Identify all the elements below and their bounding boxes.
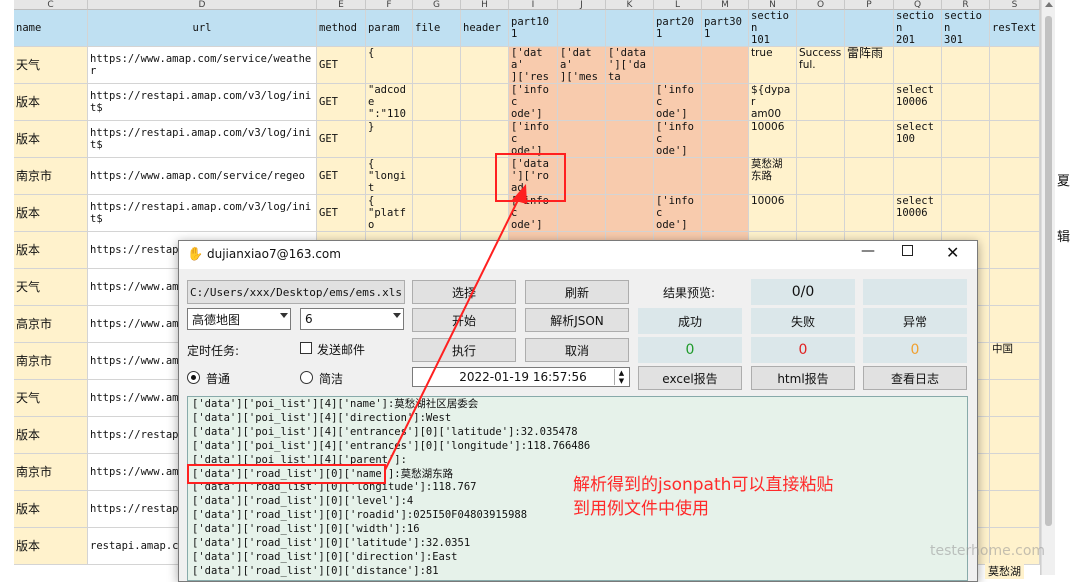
annotation-arrow (384, 184, 527, 471)
watermark: testerhome.com (930, 543, 1046, 559)
bottom-right-cell: 莫愁湖 (985, 563, 1024, 579)
annotation-text: 解析得到的jsonpath可以直接粘贴 到用例文件中使用 (573, 475, 834, 519)
